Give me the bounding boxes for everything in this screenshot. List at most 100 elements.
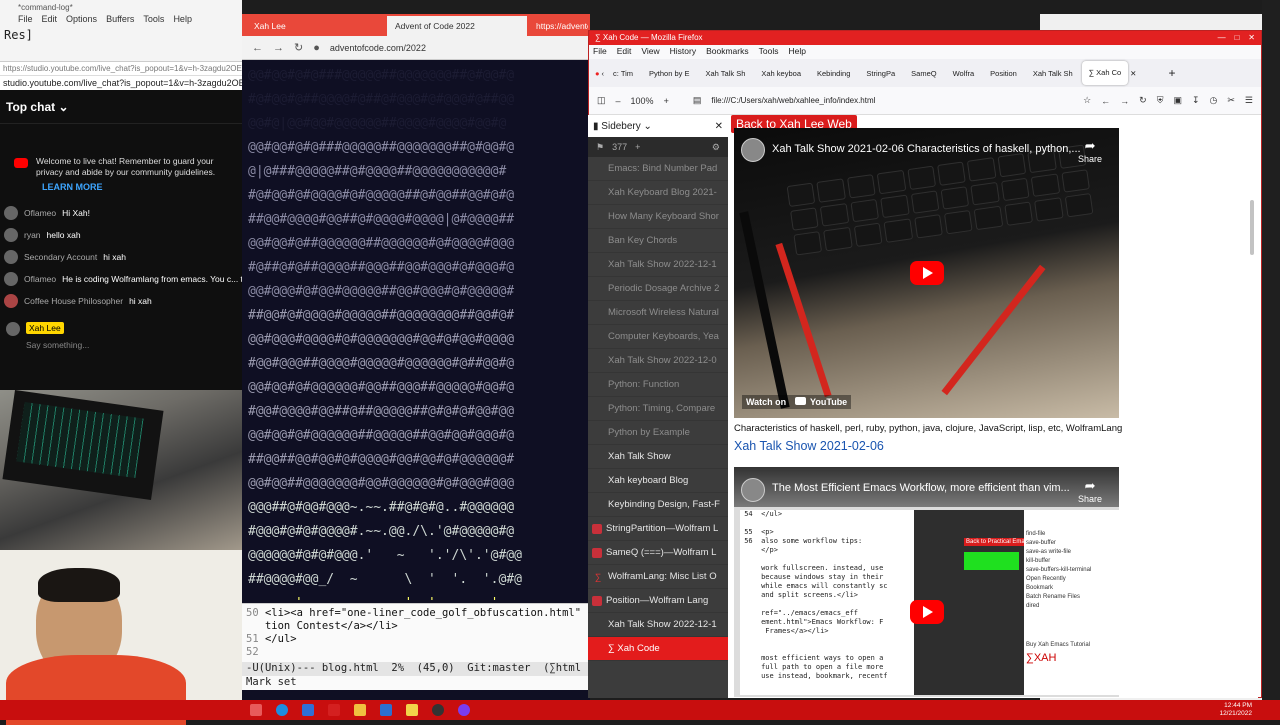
play-button-icon[interactable] <box>910 261 944 285</box>
obs-icon[interactable] <box>432 704 444 716</box>
tab-xah-lee[interactable]: Xah Lee <box>246 16 386 36</box>
sidebery-tab-item[interactable]: Python: Timing, Compare <box>588 397 728 421</box>
share-button[interactable]: ➦ Share <box>1078 478 1102 504</box>
channel-avatar[interactable] <box>741 478 765 502</box>
watch-on-youtube-button[interactable]: Watch on YouTube <box>742 395 852 409</box>
tab[interactable]: Xah Talk Sh <box>698 69 752 78</box>
sidebery-tab-item[interactable]: Xah Talk Show 2022-12-1 <box>588 253 728 277</box>
sidebery-tab-item[interactable]: Computer Keyboards, Yea <box>588 325 728 349</box>
settings-icon[interactable]: ⚙ <box>712 142 720 153</box>
tab[interactable]: Position <box>983 69 1024 78</box>
tab-advent-of-code[interactable]: Advent of Code 2022 <box>387 16 527 36</box>
forward-arrow-icon[interactable]: → <box>1120 96 1129 106</box>
chat-author[interactable]: ryan <box>24 230 41 240</box>
emacs-menu-edit[interactable]: Edit <box>42 14 58 28</box>
menu-tools[interactable]: Tools <box>759 46 779 58</box>
shield-icon[interactable]: ⛨ <box>1157 95 1164 106</box>
tab-xah-code[interactable]: ∑ Xah Co <box>1081 61 1129 85</box>
wolfram-icon[interactable] <box>328 704 340 716</box>
chat-author[interactable]: Coffee House Philosopher <box>24 296 123 306</box>
tab[interactable]: SameQ <box>904 69 943 78</box>
chat-input[interactable]: Say something... <box>26 340 89 350</box>
start-icon[interactable] <box>250 704 262 716</box>
menu-bookmarks[interactable]: Bookmarks <box>706 46 749 58</box>
tab-close-icon[interactable]: ✕ <box>1130 69 1136 78</box>
system-clock[interactable]: 12:44 PM 12/21/2022 <box>1219 702 1252 718</box>
sidebery-tab-item[interactable]: SameQ (===)—Wolfram L <box>588 541 728 565</box>
sidebery-tab-item[interactable]: Microsoft Wireless Natural <box>588 301 728 325</box>
downloads-icon[interactable]: ↧ <box>1192 95 1200 106</box>
tab[interactable]: StringPa <box>859 69 902 78</box>
sidebery-tab-item[interactable]: Xah keyboard Blog <box>588 469 728 493</box>
url-bar[interactable]: file:///C:/Users/xah/web/xahlee_info/ind… <box>711 96 1073 105</box>
file-explorer-icon[interactable] <box>354 704 366 716</box>
mail-icon[interactable] <box>406 704 418 716</box>
tab[interactable]: Kebinding <box>810 69 857 78</box>
outlook-icon[interactable] <box>380 704 392 716</box>
screenshot-icon[interactable]: ✂ <box>1227 95 1235 106</box>
close-icon[interactable]: ✕ <box>1248 33 1255 42</box>
reload-icon[interactable]: ↻ <box>294 41 303 54</box>
chat-header[interactable]: Top chat ⌄ <box>0 90 242 124</box>
chat-author[interactable]: Oflameo <box>24 274 56 284</box>
play-button-icon[interactable] <box>910 600 944 624</box>
emacs-menu-buffers[interactable]: Buffers <box>106 14 134 28</box>
share-button[interactable]: ➦ Share <box>1078 138 1102 164</box>
add-panel-icon[interactable]: + <box>635 142 640 152</box>
page-scrollbar[interactable] <box>1250 200 1254 255</box>
minimize-icon[interactable]: — <box>1218 33 1226 42</box>
close-icon[interactable]: ✕ <box>715 121 723 132</box>
sidebery-tab-item[interactable]: Position—Wolfram Lang <box>588 589 728 613</box>
video1-title[interactable]: Xah Talk Show 2021-02-06 Characteristics… <box>772 143 1081 155</box>
tab[interactable]: Wolfra <box>946 69 982 78</box>
edge-icon[interactable] <box>276 704 288 716</box>
channel-avatar[interactable] <box>741 138 765 162</box>
video2-title[interactable]: The Most Efficient Emacs Workflow, more … <box>772 482 1070 494</box>
menu-view[interactable]: View <box>641 46 659 58</box>
extension-icon[interactable]: ▣ <box>1173 95 1182 106</box>
chat-author[interactable]: Oflameo <box>24 208 56 218</box>
store-icon[interactable] <box>302 704 314 716</box>
video1-link[interactable]: Xah Talk Show 2021-02-06 <box>734 439 884 453</box>
emacs-menu-file[interactable]: File <box>18 14 33 28</box>
maximize-icon[interactable]: □ <box>1235 33 1240 42</box>
bookmark-star-icon[interactable]: ☆ <box>1083 95 1091 106</box>
sidebery-tab-item[interactable]: Xah Talk Show 2022-12-0 <box>588 349 728 373</box>
back-arrow-icon[interactable]: ← <box>1101 96 1110 106</box>
sidebery-title-group[interactable]: ▮ Sidebery ⌄ <box>593 121 652 132</box>
sidebery-tab-item[interactable]: Python by Example <box>588 421 728 445</box>
emacs-menu-tools[interactable]: Tools <box>143 14 164 28</box>
forward-arrow-icon[interactable]: → <box>273 42 284 54</box>
menu-history[interactable]: History <box>670 46 696 58</box>
new-tab-icon[interactable]: + <box>1168 66 1175 80</box>
chevron-down-icon[interactable]: ⌄ <box>58 100 68 114</box>
sidebery-tab-item[interactable]: Xah Talk Show <box>588 445 728 469</box>
sidebery-tab-item[interactable]: ∑ Xah Code <box>588 637 728 661</box>
tab-aoc-url[interactable]: https://adventofcode.com/2022/... <box>528 16 588 36</box>
sidebery-tab-item[interactable]: Periodic Dosage Archive 2 <box>588 277 728 301</box>
zoom-level[interactable]: 100% <box>631 96 654 106</box>
sidebery-tab-item[interactable]: Python: Function <box>588 373 728 397</box>
tab[interactable]: Python by E <box>642 69 696 78</box>
sidebery-tab-item[interactable]: How Many Keyboard Shor <box>588 205 728 229</box>
sidebery-tab-item[interactable]: Keybinding Design, Fast-F <box>588 493 728 517</box>
tab[interactable]: Xah Talk Sh <box>1026 69 1080 78</box>
firefox-icon[interactable] <box>458 704 470 716</box>
menu-edit[interactable]: Edit <box>617 46 632 58</box>
sidebery-tab-item[interactable]: StringPartition—Wolfram L <box>588 517 728 541</box>
sidebery-tab-item[interactable]: Xah Talk Show 2022-12-1 <box>588 613 728 637</box>
zoom-in-icon[interactable]: + <box>664 96 669 106</box>
sidebery-tab-item[interactable]: ∑ WolframLang: Misc List O <box>588 565 728 589</box>
emacs-menu-help[interactable]: Help <box>173 14 192 28</box>
tab-scroll-left-icon[interactable]: ‹ <box>602 69 605 78</box>
menu-file[interactable]: File <box>593 46 607 58</box>
sidebery-tab-item[interactable]: Ban Key Chords <box>588 229 728 253</box>
zoom-out-icon[interactable]: – <box>616 96 621 106</box>
history-icon[interactable]: ◷ <box>1210 95 1218 106</box>
sidebery-tab-item[interactable]: Emacs: Bind Number Pad <box>588 157 728 181</box>
emacs-menu-options[interactable]: Options <box>66 14 97 28</box>
chat-url-bar[interactable]: studio.youtube.com/live_chat?is_popout=1… <box>0 76 242 90</box>
reload-icon[interactable]: ↻ <box>1139 95 1147 106</box>
menu-help[interactable]: Help <box>788 46 805 58</box>
learn-more-link[interactable]: LEARN MORE <box>0 178 242 202</box>
